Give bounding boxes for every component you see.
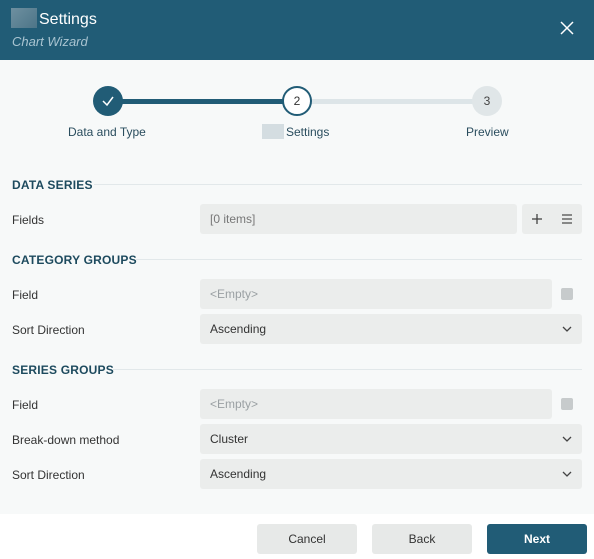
fields-input[interactable]: [0 items] — [200, 204, 517, 234]
plus-icon — [532, 214, 542, 224]
breakdown-method-label: Break-down method — [12, 433, 120, 447]
app-icon — [11, 8, 37, 28]
category-field-input[interactable]: <Empty> — [200, 279, 552, 309]
section-divider — [94, 184, 582, 185]
step-2-circle[interactable]: 2 — [282, 86, 312, 116]
chevron-down-icon — [562, 326, 572, 332]
cancel-button[interactable]: Cancel — [257, 524, 357, 554]
category-field-label: Field — [12, 288, 39, 302]
category-sort-select[interactable]: Ascending — [200, 314, 582, 344]
series-field-label: Field — [12, 398, 39, 412]
close-icon — [560, 21, 574, 35]
step-1-label: Data and Type — [68, 125, 146, 139]
step-1-circle[interactable] — [93, 86, 123, 116]
stepper-track-pending — [297, 99, 487, 104]
stepper-track-complete — [108, 99, 297, 104]
menu-icon — [562, 214, 572, 224]
dialog-footer: Cancel Back Next — [0, 514, 594, 559]
category-sort-value: Ascending — [210, 322, 267, 336]
fields-actions — [522, 204, 582, 234]
add-field-button[interactable] — [522, 204, 552, 234]
next-button[interactable]: Next — [487, 524, 587, 554]
dialog-title: Settings — [39, 11, 97, 28]
back-button[interactable]: Back — [372, 524, 472, 554]
close-button[interactable] — [556, 17, 578, 39]
category-field-checkbox[interactable] — [561, 288, 573, 300]
section-divider — [135, 259, 582, 260]
dialog-subtitle: Chart Wizard — [12, 34, 88, 49]
chevron-down-icon — [562, 471, 572, 477]
step-2-label: Settings — [286, 125, 330, 139]
series-sort-label: Sort Direction — [12, 468, 85, 482]
breakdown-method-select[interactable]: Cluster — [200, 424, 582, 454]
checkmark-icon — [102, 96, 114, 107]
data-series-heading: DATA SERIES — [12, 178, 93, 192]
section-divider — [112, 369, 582, 370]
chevron-down-icon — [562, 436, 572, 442]
series-sort-select[interactable]: Ascending — [200, 459, 582, 489]
dialog-header: Settings Chart Wizard — [0, 0, 594, 60]
breakdown-method-value: Cluster — [210, 432, 249, 446]
settings-step-icon — [262, 124, 284, 139]
category-groups-heading: CATEGORY GROUPS — [12, 253, 137, 267]
series-field-input[interactable]: <Empty> — [200, 389, 552, 419]
field-list-button[interactable] — [552, 204, 582, 234]
fields-label: Fields — [12, 213, 45, 227]
series-groups-heading: SERIES GROUPS — [12, 363, 114, 377]
series-field-checkbox[interactable] — [561, 398, 573, 410]
step-3-label: Preview — [466, 125, 509, 139]
wizard-stepper: 2 3 Data and Type Settings Preview — [0, 60, 594, 155]
chart-wizard-dialog: Settings Chart Wizard 2 3 Data and Type … — [0, 0, 594, 559]
step-3-circle[interactable]: 3 — [472, 86, 502, 116]
series-sort-value: Ascending — [210, 467, 267, 481]
category-sort-label: Sort Direction — [12, 323, 85, 337]
